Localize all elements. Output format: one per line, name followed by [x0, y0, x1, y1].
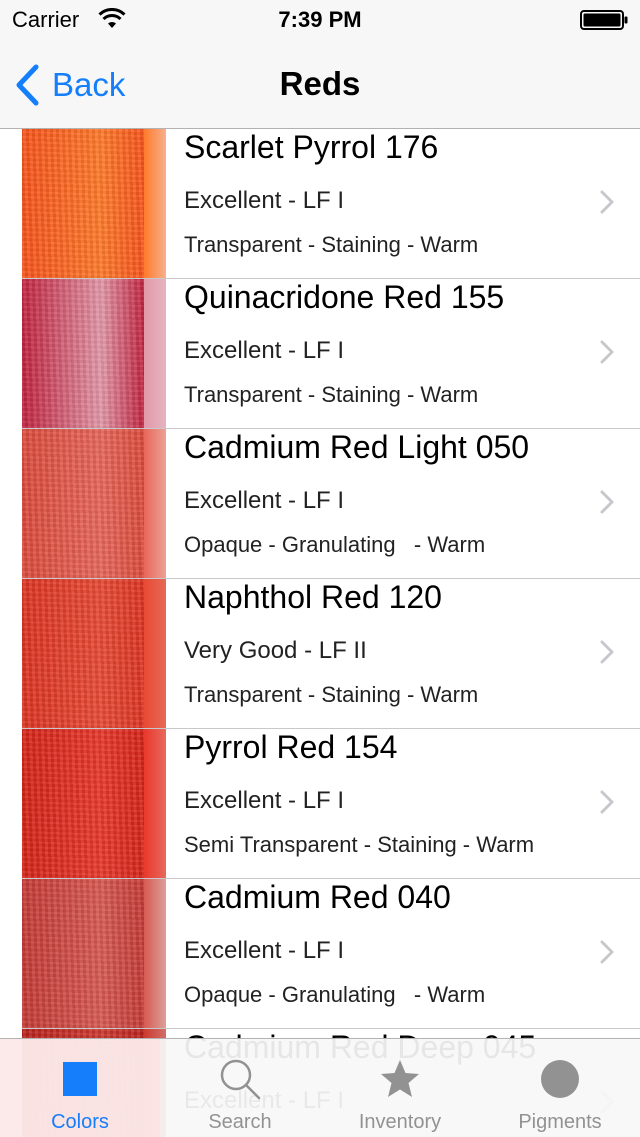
- paint-swatch-image: [22, 729, 166, 878]
- tab-search[interactable]: Search: [160, 1039, 320, 1137]
- status-bar: Carrier 7:39 PM: [0, 0, 640, 40]
- tab-colors[interactable]: Colors: [0, 1039, 160, 1137]
- paint-rating: Excellent - LF I: [184, 187, 345, 214]
- tab-bar: Colors Search Inventory Pigments: [0, 1038, 640, 1137]
- star-icon: [381, 1060, 419, 1097]
- chevron-right-icon: [600, 640, 614, 664]
- paint-rating: Excellent - LF I: [184, 937, 345, 964]
- paint-row[interactable]: Scarlet Pyrrol 176 Excellent - LF I Transp…: [22, 129, 640, 279]
- tab-label: Pigments: [518, 1111, 602, 1133]
- chevron-right-icon: [600, 940, 614, 964]
- tab-label: Search: [208, 1111, 272, 1133]
- paint-rating: Excellent - LF I: [184, 337, 345, 364]
- paint-swatch-image: [22, 579, 166, 728]
- paint-properties: Opaque - Granulating - Warm: [184, 982, 486, 1007]
- circle-icon: [541, 1060, 579, 1098]
- paint-name: Scarlet Pyrrol 176: [184, 129, 439, 165]
- navigation-bar: Back Reds: [0, 40, 640, 129]
- paint-name: Naphthol Red 120: [184, 579, 442, 615]
- paint-rating: Excellent - LF I: [184, 487, 345, 514]
- paint-name: Quinacridone Red 155: [184, 279, 505, 315]
- paint-row[interactable]: Cadmium Red Light 050 Excellent - LF I Opa…: [22, 429, 640, 579]
- paint-properties: Transparent - Staining - Warm: [184, 382, 479, 407]
- tab-label: Inventory: [358, 1111, 442, 1133]
- paint-properties: Transparent - Staining - Warm: [184, 682, 479, 707]
- paint-row[interactable]: Cadmium Red 040 Excellent - LF I Opaque - …: [22, 879, 640, 1029]
- paint-swatch-image: [22, 279, 166, 428]
- page-title: Reds: [279, 65, 361, 102]
- paint-row[interactable]: Naphthol Red 120 Very Good - LF II Transpa…: [22, 579, 640, 729]
- square-icon: [63, 1062, 97, 1096]
- paint-row[interactable]: Quinacridone Red 155 Excellent - LF I Tran…: [22, 279, 640, 429]
- paint-properties: Opaque - Granulating - Warm: [184, 532, 486, 557]
- chevron-right-icon: [600, 490, 614, 514]
- paint-swatch-image: [22, 129, 166, 278]
- paint-rating: Excellent - LF I: [184, 787, 345, 814]
- paint-name: Cadmium Red 040: [184, 879, 451, 915]
- paint-rating: Very Good - LF II: [184, 637, 367, 664]
- paint-swatch-image: [22, 879, 166, 1028]
- battery-icon: [580, 10, 628, 30]
- chevron-right-icon: [600, 340, 614, 364]
- clock: 7:39 PM: [278, 7, 362, 32]
- paint-row[interactable]: Pyrrol Red 154 Excellent - LF I Semi Trans…: [22, 729, 640, 879]
- tab-label: Colors: [51, 1111, 109, 1133]
- magnifier-icon: [220, 1059, 261, 1100]
- chevron-right-icon: [600, 790, 614, 814]
- paint-properties: Semi Transparent - Staining - Warm: [184, 832, 535, 857]
- paint-properties: Transparent - Staining - Warm: [184, 232, 479, 257]
- chevron-right-icon: [600, 190, 614, 214]
- paint-list[interactable]: Scarlet Pyrrol 176 Excellent - LF I Transp…: [0, 129, 640, 1137]
- paint-name: Cadmium Red Light 050: [184, 429, 530, 465]
- paint-swatch-image: [22, 429, 166, 578]
- tab-pigments[interactable]: Pigments: [480, 1039, 640, 1137]
- paint-name: Pyrrol Red 154: [184, 729, 398, 765]
- tab-inventory[interactable]: Inventory: [320, 1039, 480, 1137]
